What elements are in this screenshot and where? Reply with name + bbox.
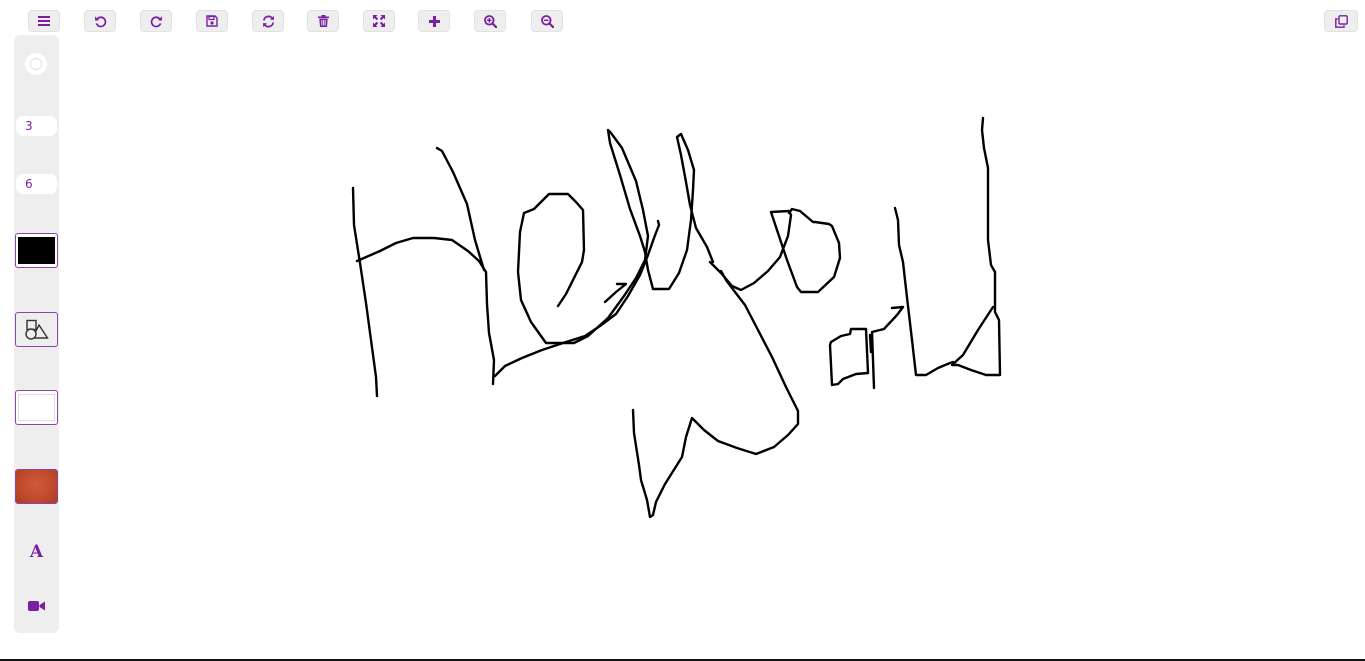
stroke xyxy=(893,206,955,377)
refresh-button[interactable] xyxy=(252,10,284,32)
plus-icon xyxy=(428,15,440,27)
fill-color-swatch[interactable] xyxy=(15,390,58,425)
copy-button[interactable] xyxy=(1324,10,1358,32)
zoom-out-button[interactable] xyxy=(531,10,563,32)
save-button[interactable] xyxy=(196,10,228,32)
stroke xyxy=(828,327,870,387)
stroke xyxy=(435,146,486,272)
fill-color-fill xyxy=(18,394,55,421)
video-camera-icon xyxy=(28,601,45,611)
drawing-canvas[interactable] xyxy=(0,0,1365,661)
stroke xyxy=(708,207,842,294)
stroke-width-input[interactable] xyxy=(16,116,57,136)
menu-button[interactable] xyxy=(28,10,60,32)
delete-button[interactable] xyxy=(307,10,339,32)
top-toolbar xyxy=(0,0,1365,40)
stroke xyxy=(586,128,650,338)
save-icon xyxy=(206,15,218,27)
stroke xyxy=(493,219,661,378)
second-size-input[interactable] xyxy=(16,174,57,194)
background-color-fill xyxy=(16,470,57,503)
add-button[interactable] xyxy=(418,10,450,32)
video-tool[interactable] xyxy=(22,593,51,619)
freehand-strokes xyxy=(351,116,1002,519)
stroke xyxy=(870,305,905,390)
stroke xyxy=(651,132,715,291)
brush-shape-toggle[interactable] xyxy=(25,53,47,75)
redo-button[interactable] xyxy=(140,10,172,32)
stroke xyxy=(603,282,628,304)
refresh-icon xyxy=(262,15,274,27)
text-tool[interactable]: A xyxy=(22,539,51,565)
shapes-icon xyxy=(24,319,49,340)
stroke xyxy=(355,236,496,386)
fullscreen-button[interactable] xyxy=(363,10,395,32)
zoom-in-icon xyxy=(483,14,497,28)
circle-icon xyxy=(30,58,42,70)
undo-button[interactable] xyxy=(84,10,116,32)
text-icon: A xyxy=(29,541,44,562)
stroke xyxy=(643,250,655,291)
menu-icon xyxy=(38,16,50,26)
stroke xyxy=(868,333,873,354)
tool-sidebar: A xyxy=(14,35,59,633)
expand-icon xyxy=(373,15,385,27)
shapes-tool[interactable] xyxy=(15,312,58,347)
redo-icon xyxy=(150,15,162,27)
stroke xyxy=(516,192,590,345)
trash-icon xyxy=(317,15,329,27)
stroke-color-swatch[interactable] xyxy=(15,233,58,268)
undo-icon xyxy=(94,15,106,27)
background-color-swatch[interactable] xyxy=(15,469,58,504)
zoom-in-button[interactable] xyxy=(474,10,506,32)
drawing-app: A xyxy=(0,0,1365,661)
copy-icon xyxy=(1334,14,1348,28)
stroke xyxy=(351,186,379,398)
stroke xyxy=(950,116,1002,377)
stroke-color-fill xyxy=(18,237,55,264)
stroke xyxy=(631,269,800,519)
zoom-out-icon xyxy=(540,14,554,28)
